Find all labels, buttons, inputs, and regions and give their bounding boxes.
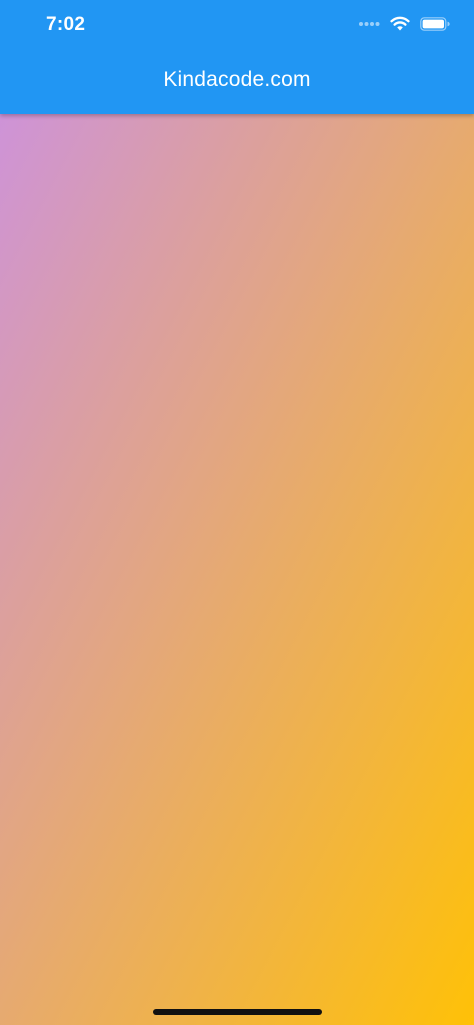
app-bar: 7:02 Kindacode.com: [0, 0, 474, 114]
gradient-background: [0, 114, 474, 1025]
status-time: 7:02: [46, 14, 86, 35]
battery-icon: [420, 16, 450, 31]
status-icons: [358, 16, 450, 31]
signal-icon: [359, 21, 380, 26]
home-indicator[interactable]: [153, 1009, 322, 1015]
phone-screen: 7:02 Kindacode.com: [0, 0, 474, 1025]
status-bar: 7:02: [0, 0, 474, 52]
app-bar-title: Kindacode.com: [163, 68, 311, 91]
wifi-icon: [390, 16, 410, 31]
